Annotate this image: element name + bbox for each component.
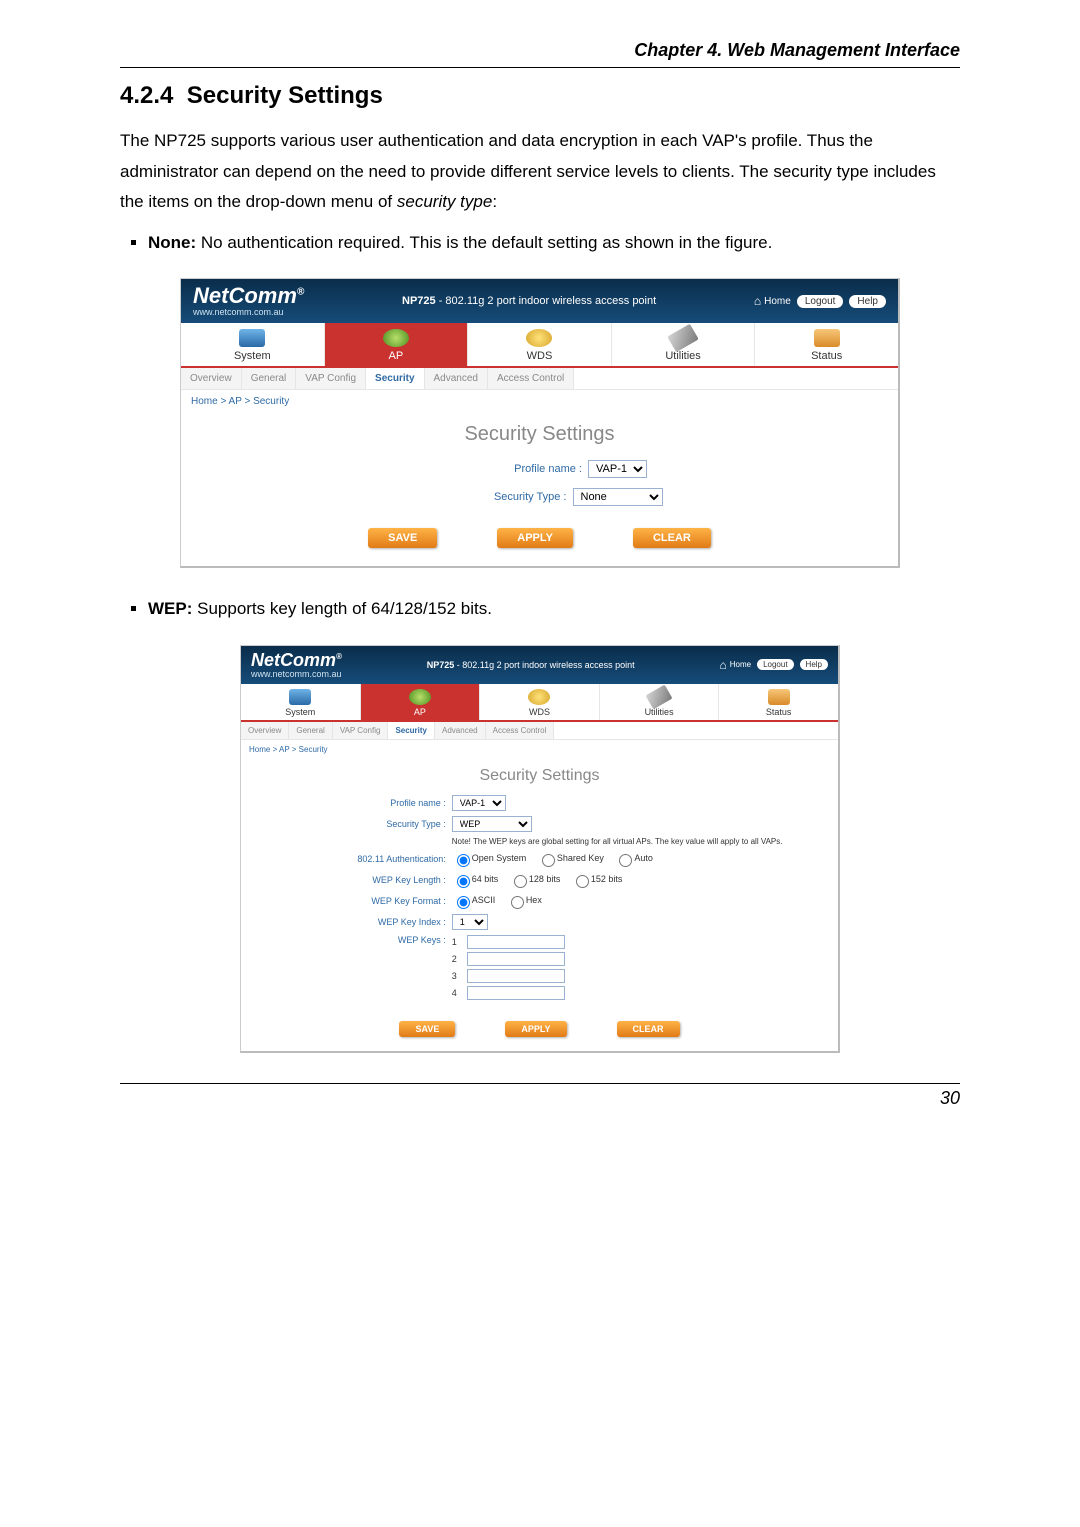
help-button[interactable]: Help — [849, 295, 886, 308]
system-icon — [239, 329, 265, 347]
profile-select[interactable]: VAP-1 — [452, 795, 506, 811]
nav-system[interactable]: System — [181, 323, 325, 366]
subnav-security[interactable]: Security — [388, 722, 435, 739]
home-link[interactable]: Home — [754, 294, 791, 308]
system-icon — [289, 689, 311, 705]
breadcrumb: Home > AP > Security — [241, 740, 838, 759]
auth-open[interactable]: Open System — [452, 853, 527, 863]
intro-paragraph: The NP725 supports various user authenti… — [120, 126, 960, 218]
wep-note: Note! The WEP keys are global setting fo… — [452, 837, 793, 846]
security-type-label: Security Type : — [417, 491, 567, 503]
key-index-3: 3 — [452, 971, 462, 981]
keylen-152[interactable]: 152 bits — [571, 874, 623, 884]
home-link[interactable]: Home — [719, 658, 751, 672]
wds-icon — [526, 329, 552, 347]
key-index-2: 2 — [452, 954, 462, 964]
keyfmt-ascii[interactable]: ASCII — [452, 895, 496, 905]
bullet-wep: WEP: Supports key length of 64/128/152 b… — [148, 594, 960, 625]
subnav-access[interactable]: Access Control — [486, 722, 555, 739]
subnav-advanced[interactable]: Advanced — [435, 722, 486, 739]
panel-title: Security Settings — [241, 767, 838, 785]
apply-button[interactable]: APPLY — [497, 528, 573, 548]
security-type-select[interactable]: None — [573, 488, 663, 506]
bullet-none: None: No authentication required. This i… — [148, 228, 960, 259]
profile-label: Profile name : — [286, 798, 446, 808]
auth-auto[interactable]: Auto — [614, 853, 653, 863]
status-icon — [814, 329, 840, 347]
clear-button[interactable]: CLEAR — [617, 1021, 680, 1037]
save-button[interactable]: SAVE — [399, 1021, 455, 1037]
brand-url: www.netcomm.com.au — [251, 669, 342, 679]
key-index-4: 4 — [452, 988, 462, 998]
product-banner: NP725 - 802.11g 2 port indoor wireless a… — [342, 660, 720, 670]
status-icon — [768, 689, 790, 705]
brand-logo: NetComm® — [251, 651, 342, 669]
keyfmt-hex[interactable]: Hex — [506, 895, 542, 905]
save-button[interactable]: SAVE — [368, 528, 437, 548]
key-index-1: 1 — [452, 937, 462, 947]
nav-status[interactable]: Status — [755, 323, 898, 366]
section-heading: 4.2.4 Security Settings — [120, 82, 960, 110]
keylen-64[interactable]: 64 bits — [452, 874, 499, 884]
breadcrumb: Home > AP > Security — [181, 390, 898, 413]
nav-wds[interactable]: WDS — [480, 684, 600, 720]
wds-icon — [528, 689, 550, 705]
help-button[interactable]: Help — [800, 659, 828, 670]
keyidx-select[interactable]: 1 — [452, 914, 488, 930]
keys-label: WEP Keys : — [286, 935, 446, 945]
auth-label: 802.11 Authentication: — [286, 854, 446, 864]
keylen-label: WEP Key Length : — [286, 875, 446, 885]
brand-url: www.netcomm.com.au — [193, 307, 304, 317]
profile-label: Profile name : — [432, 463, 582, 475]
utilities-icon — [667, 324, 699, 353]
auth-shared[interactable]: Shared Key — [537, 853, 604, 863]
product-banner: NP725 - 802.11g 2 port indoor wireless a… — [304, 295, 754, 307]
apply-button[interactable]: APPLY — [505, 1021, 566, 1037]
utilities-icon — [646, 685, 673, 710]
security-type-select[interactable]: WEP — [452, 816, 532, 832]
keyfmt-label: WEP Key Format : — [286, 896, 446, 906]
page-number: 30 — [120, 1083, 960, 1109]
ap-icon — [383, 329, 409, 347]
keyidx-label: WEP Key Index : — [286, 917, 446, 927]
nav-wds[interactable]: WDS — [468, 323, 612, 366]
subnav-vap[interactable]: VAP Config — [333, 722, 389, 739]
subnav-security[interactable]: Security — [366, 368, 424, 389]
logout-button[interactable]: Logout — [757, 659, 793, 670]
nav-utilities[interactable]: Utilities — [612, 323, 756, 366]
subnav-overview[interactable]: Overview — [241, 722, 289, 739]
chapter-header: Chapter 4. Web Management Interface — [120, 40, 960, 68]
profile-select[interactable]: VAP-1 — [588, 460, 647, 478]
nav-ap[interactable]: AP — [361, 684, 481, 720]
wep-key-2[interactable] — [467, 952, 565, 966]
subnav-overview[interactable]: Overview — [181, 368, 242, 389]
screenshot-none: NetComm® www.netcomm.com.au NP725 - 802.… — [180, 278, 900, 568]
nav-system[interactable]: System — [241, 684, 361, 720]
nav-status[interactable]: Status — [719, 684, 838, 720]
keylen-128[interactable]: 128 bits — [509, 874, 561, 884]
section-title-text: Security Settings — [187, 82, 383, 109]
wep-key-3[interactable] — [467, 969, 565, 983]
nav-ap[interactable]: AP — [325, 323, 469, 366]
subnav-advanced[interactable]: Advanced — [425, 368, 488, 389]
subnav-access[interactable]: Access Control — [488, 368, 574, 389]
brand-logo: NetComm® — [193, 285, 304, 307]
nav-utilities[interactable]: Utilities — [600, 684, 720, 720]
ap-icon — [409, 689, 431, 705]
subnav-general[interactable]: General — [242, 368, 297, 389]
wep-key-1[interactable] — [467, 935, 565, 949]
screenshot-wep: NetComm® www.netcomm.com.au NP725 - 802.… — [240, 645, 840, 1053]
clear-button[interactable]: CLEAR — [633, 528, 711, 548]
security-type-label: Security Type : — [286, 819, 446, 829]
panel-title: Security Settings — [181, 423, 898, 446]
subnav-general[interactable]: General — [289, 722, 332, 739]
wep-key-4[interactable] — [467, 986, 565, 1000]
section-number: 4.2.4 — [120, 82, 173, 109]
subnav-vap[interactable]: VAP Config — [296, 368, 366, 389]
logout-button[interactable]: Logout — [797, 295, 844, 308]
